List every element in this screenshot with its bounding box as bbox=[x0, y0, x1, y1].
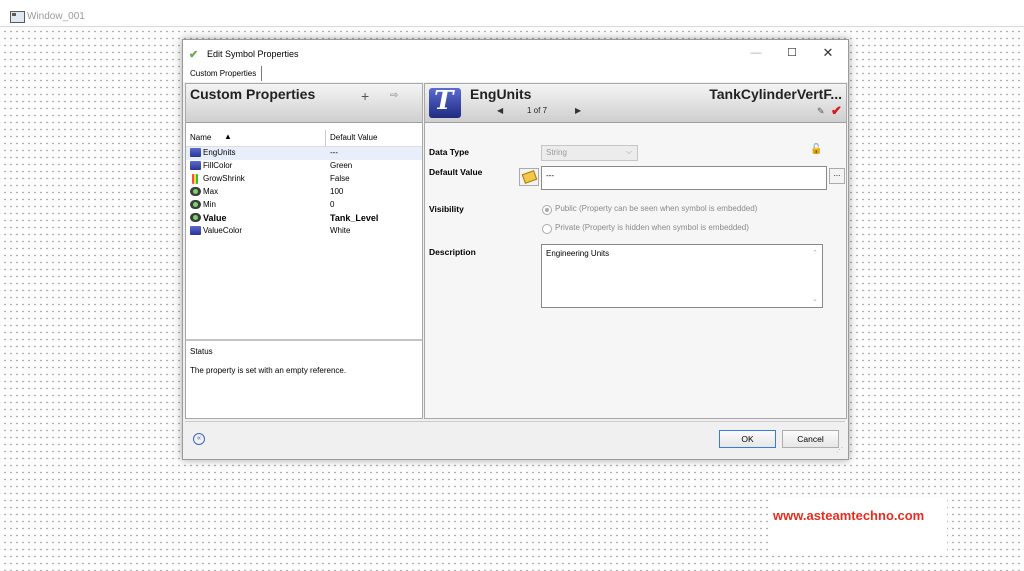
property-name: Max bbox=[203, 187, 219, 196]
chevron-down-icon: ⌵ bbox=[625, 147, 632, 156]
minimize-button[interactable]: — bbox=[741, 44, 771, 62]
panel-title: Custom Properties bbox=[190, 86, 316, 102]
property-name: GrowShrink bbox=[203, 174, 245, 183]
property-default-value: False bbox=[330, 174, 350, 183]
eraser-icon[interactable]: ✎ bbox=[817, 106, 825, 117]
default-value-text: --- bbox=[546, 171, 554, 180]
symbol-name: TankCylinderVertF... bbox=[709, 86, 842, 102]
add-property-button[interactable]: + bbox=[361, 88, 369, 104]
watermark: www.asteamtechno.com bbox=[769, 499, 947, 555]
properties-list-panel: Custom Properties + ⇨ Name ▲ Default Val… bbox=[185, 83, 423, 419]
property-name: ValueColor bbox=[203, 226, 242, 235]
gauge-icon bbox=[190, 213, 201, 222]
property-default-value: --- bbox=[330, 148, 338, 157]
private-radio-label[interactable]: Private (Property is hidden when symbol … bbox=[555, 223, 749, 232]
validate-check-icon[interactable]: ✔ bbox=[831, 103, 842, 119]
text-icon bbox=[190, 226, 201, 235]
default-value-input[interactable]: --- bbox=[541, 166, 827, 190]
tag-reference-button[interactable] bbox=[519, 168, 539, 186]
property-row[interactable]: Max 100 bbox=[186, 186, 422, 199]
text-icon bbox=[190, 148, 201, 157]
remove-property-button[interactable]: ⇨ bbox=[390, 90, 398, 101]
data-type-label: Data Type bbox=[429, 147, 469, 157]
data-type-select[interactable]: String ⌵ bbox=[541, 145, 638, 161]
text-icon bbox=[190, 161, 201, 170]
property-name-heading: EngUnits bbox=[470, 86, 532, 102]
property-row[interactable]: Value Tank_Level bbox=[186, 212, 422, 225]
status-title: Status bbox=[190, 347, 213, 356]
previous-arrow-icon[interactable]: ◀ bbox=[497, 106, 503, 115]
property-row[interactable]: EngUnits --- bbox=[186, 147, 422, 160]
status-text: The property is set with an empty refere… bbox=[190, 366, 347, 375]
property-default-value: Green bbox=[330, 161, 353, 170]
browse-button[interactable]: ... bbox=[829, 168, 845, 184]
property-row[interactable]: Min 0 bbox=[186, 199, 422, 212]
property-row[interactable]: ValueColor White bbox=[186, 225, 422, 238]
window-icon bbox=[10, 11, 25, 23]
visibility-label: Visibility bbox=[429, 204, 464, 214]
gauge-icon bbox=[190, 187, 201, 196]
dialog-footer: « OK Cancel ⋰ bbox=[185, 421, 845, 456]
window-title: Window_001 bbox=[27, 11, 85, 22]
next-arrow-icon[interactable]: ▶ bbox=[575, 106, 581, 115]
maximize-button[interactable]: ☐ bbox=[777, 44, 807, 62]
lock-icon[interactable]: 🔓 bbox=[810, 144, 822, 155]
cancel-button[interactable]: Cancel bbox=[782, 430, 839, 448]
public-radio[interactable] bbox=[542, 205, 552, 215]
column-header-name[interactable]: Name bbox=[190, 133, 211, 142]
scroll-up-icon[interactable]: ⌃ bbox=[812, 249, 818, 257]
dialog-titlebar: ✔ Edit Symbol Properties — ☐ ✕ bbox=[183, 40, 848, 66]
property-name: Min bbox=[203, 200, 216, 209]
property-name: FillColor bbox=[203, 161, 233, 170]
tab-custom-properties[interactable]: Custom Properties bbox=[185, 66, 263, 81]
resize-grip-icon[interactable]: ⋰ bbox=[836, 446, 843, 454]
property-default-value: White bbox=[330, 226, 351, 235]
window-titlebar: Window_001 bbox=[0, 0, 1024, 27]
dialog-title: Edit Symbol Properties bbox=[207, 49, 299, 59]
property-detail-panel: T EngUnits ◀ 1 of 7 ▶ TankCylinderVertF.… bbox=[424, 83, 847, 419]
gauge-icon bbox=[190, 200, 201, 209]
ok-button[interactable]: OK bbox=[719, 430, 776, 448]
property-counter: 1 of 7 bbox=[527, 106, 548, 115]
text-property-icon: T bbox=[429, 86, 461, 118]
column-header-default-value[interactable]: Default Value bbox=[330, 133, 377, 142]
property-name: EngUnits bbox=[203, 148, 236, 157]
property-default-value: 100 bbox=[330, 187, 344, 196]
properties-list-header: Custom Properties + ⇨ bbox=[186, 84, 422, 123]
public-radio-label[interactable]: Public (Property can be seen when symbol… bbox=[555, 204, 757, 213]
property-detail-header: T EngUnits ◀ 1 of 7 ▶ TankCylinderVertF.… bbox=[425, 84, 846, 123]
property-row[interactable]: FillColor Green bbox=[186, 160, 422, 173]
property-row[interactable]: GrowShrink False bbox=[186, 173, 422, 186]
default-value-label: Default Value bbox=[429, 167, 483, 177]
column-divider[interactable] bbox=[325, 130, 326, 146]
private-radio[interactable] bbox=[542, 224, 552, 234]
watermark-text: www.asteamtechno.com bbox=[773, 508, 925, 523]
data-type-value: String bbox=[546, 148, 567, 157]
edit-symbol-properties-dialog: ✔ Edit Symbol Properties — ☐ ✕ Custom Pr… bbox=[182, 39, 849, 460]
dialog-app-icon: ✔ bbox=[189, 49, 199, 61]
status-splitter[interactable] bbox=[186, 339, 422, 341]
description-label: Description bbox=[429, 247, 476, 257]
column-headers: Name ▲ Default Value bbox=[186, 130, 422, 147]
close-button[interactable]: ✕ bbox=[813, 44, 843, 62]
description-scrollbar[interactable]: ⌃ ⌄ bbox=[812, 249, 820, 303]
collapse-icon[interactable]: « bbox=[193, 433, 205, 445]
property-default-value: 0 bbox=[330, 200, 335, 209]
description-text: Engineering Units bbox=[546, 249, 610, 258]
color-icon bbox=[192, 174, 198, 184]
scroll-down-icon[interactable]: ⌄ bbox=[812, 295, 818, 303]
tab-strip: Custom Properties bbox=[183, 66, 848, 82]
property-name: Value bbox=[203, 213, 227, 223]
sort-ascending-icon[interactable]: ▲ bbox=[224, 132, 232, 141]
property-default-value: Tank_Level bbox=[330, 213, 379, 223]
description-textarea[interactable]: Engineering Units ⌃ ⌄ bbox=[541, 244, 823, 308]
